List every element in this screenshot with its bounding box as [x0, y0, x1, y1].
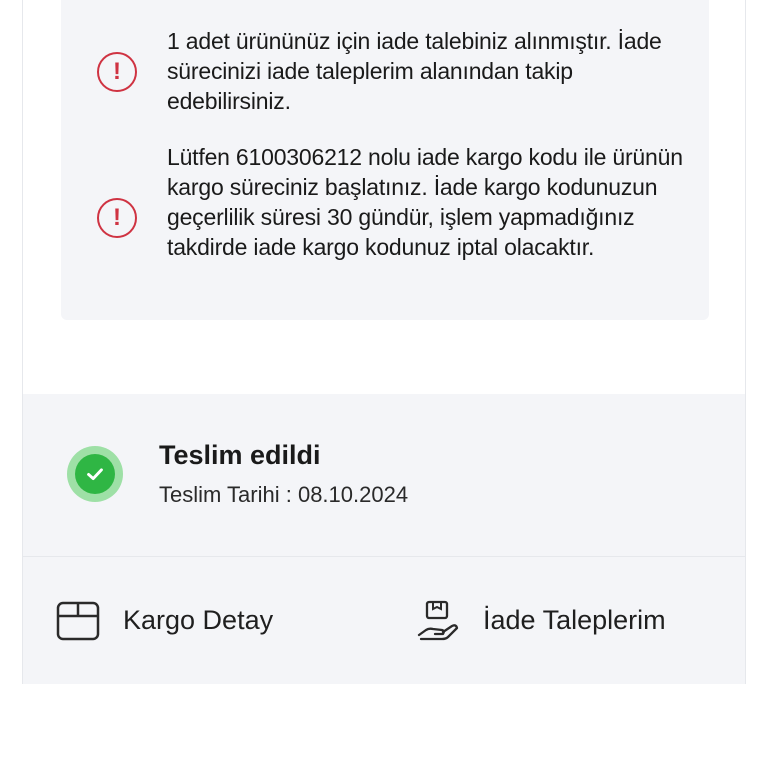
notice-text: Lütfen 6100306212 nolu iade kargo kodu i…	[167, 144, 683, 260]
check-circle-icon	[67, 446, 123, 502]
delivery-status-title: Teslim edildi	[159, 440, 321, 470]
delivery-date: Teslim Tarihi : 08.10.2024	[159, 482, 409, 507]
return-requests-button[interactable]: İade Taleplerim	[415, 557, 666, 684]
cargo-detail-button[interactable]: Kargo Detay	[55, 557, 273, 684]
alert-circle-icon: !	[97, 198, 137, 238]
cargo-detail-label: Kargo Detay	[123, 605, 274, 635]
order-actions: Kargo Detay İade Taleplerim	[23, 557, 745, 684]
package-box-icon	[56, 601, 100, 640]
return-info-box: ! 1 adet ürününüz için iade talebiniz al…	[61, 0, 709, 320]
hand-package-icon	[417, 600, 459, 640]
notice-text: 1 adet ürününüz için iade talebiniz alın…	[167, 28, 662, 114]
alert-circle-icon: !	[97, 52, 137, 92]
order-card: ! 1 adet ürününüz için iade talebiniz al…	[22, 0, 746, 684]
return-requests-label: İade Taleplerim	[483, 605, 666, 635]
delivery-status: Teslim edildi Teslim Tarihi : 08.10.2024	[23, 394, 745, 556]
